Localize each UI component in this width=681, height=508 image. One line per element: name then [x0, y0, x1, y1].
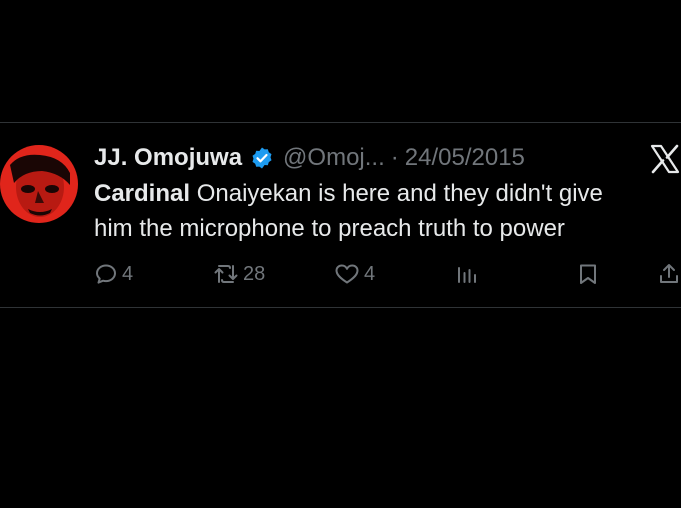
action-bar: 4 28 4: [0, 259, 681, 289]
bookmark-button[interactable]: [576, 259, 600, 289]
tweet-text-line-2: him the microphone to preach truth to po…: [94, 215, 565, 242]
tweet-card[interactable]: JJ. Omojuwa @Omoj... · 24/05/2015 Cardin…: [0, 122, 681, 308]
retweet-button[interactable]: 28: [213, 259, 265, 289]
tweet-text-line-1: Cardinal Onaiyekan is here and they didn…: [94, 176, 681, 211]
tweet-date[interactable]: 24/05/2015: [405, 144, 525, 172]
like-count: 4: [364, 262, 376, 285]
x-logo-icon[interactable]: [649, 143, 681, 175]
share-icon: [657, 262, 681, 286]
retweet-icon: [213, 262, 239, 286]
avatar[interactable]: [0, 145, 78, 223]
author-handle[interactable]: @Omoj...: [283, 144, 385, 172]
tweet-text-line-1-rest: Onaiyekan is here and they didn't give: [190, 180, 603, 207]
reply-count: 4: [122, 262, 134, 285]
tweet-header: JJ. Omojuwa @Omoj... · 24/05/2015: [94, 141, 525, 175]
tweet-text-bold: Cardinal: [94, 180, 191, 207]
bar-chart-icon: [455, 262, 479, 286]
views-button[interactable]: [455, 259, 479, 289]
bookmark-icon: [576, 262, 600, 286]
like-button[interactable]: 4: [334, 259, 375, 289]
share-button[interactable]: [657, 259, 681, 289]
heart-icon: [334, 262, 360, 286]
author-name[interactable]: JJ. Omojuwa: [94, 144, 242, 172]
tweet-text: Cardinal Onaiyekan is here and they didn…: [94, 176, 681, 246]
speech-bubble-icon: [94, 262, 118, 286]
reply-button[interactable]: 4: [94, 259, 133, 289]
verified-badge-icon: [250, 146, 274, 170]
retweet-count: 28: [243, 262, 266, 285]
separator-dot: ·: [390, 144, 399, 171]
